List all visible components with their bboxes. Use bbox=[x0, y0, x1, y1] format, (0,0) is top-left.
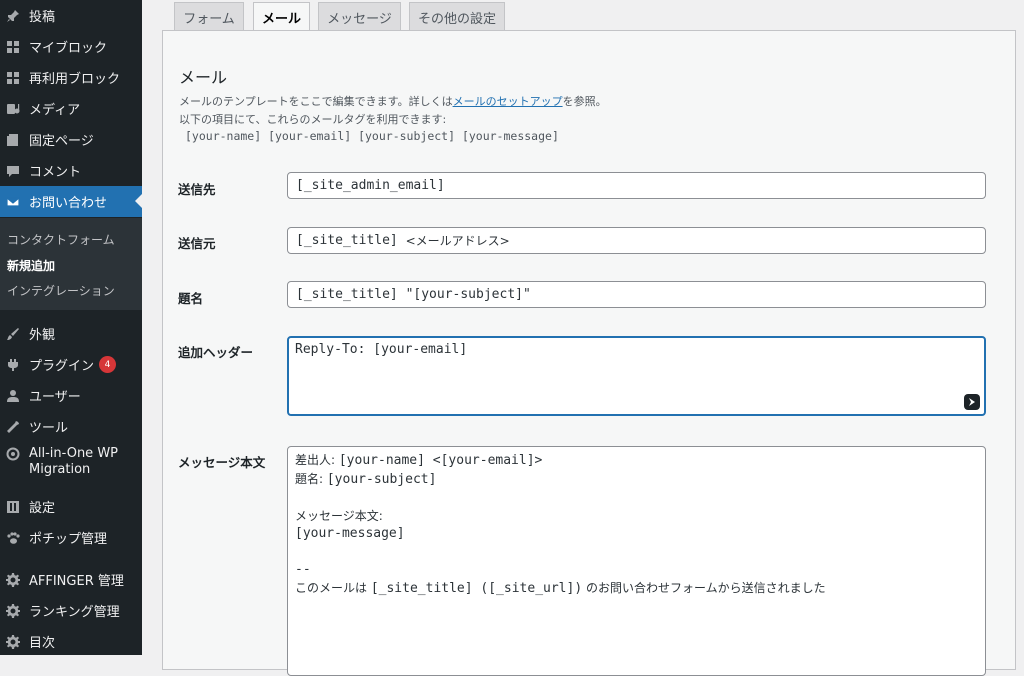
media-icon bbox=[6, 102, 20, 116]
sidebar-item-label: ツール bbox=[29, 421, 69, 436]
sidebar-item-label: ポチップ管理 bbox=[29, 532, 108, 547]
paw-icon bbox=[6, 531, 20, 545]
submenu-add-new[interactable]: 新規追加 bbox=[7, 257, 55, 274]
body-line bbox=[295, 489, 978, 507]
sidebar-item-label: プラグイン bbox=[29, 359, 95, 374]
tab-messages[interactable]: メッセージ bbox=[318, 2, 401, 31]
sidebar-item-label: コメント bbox=[29, 165, 82, 180]
sidebar-item-tools[interactable]: ツール bbox=[0, 411, 142, 442]
pin-icon bbox=[6, 9, 20, 23]
sidebar-item-ranking[interactable]: ランキング管理 bbox=[0, 595, 142, 626]
additional-headers-textarea[interactable]: Reply-To: [your-email] bbox=[287, 336, 986, 416]
sidebar-item-myblocks[interactable]: マイブロック bbox=[0, 31, 142, 62]
body-line: [your-message] bbox=[295, 526, 405, 541]
settings-icon bbox=[6, 500, 20, 514]
aio-icon bbox=[6, 447, 20, 461]
sidebar-item-users[interactable]: ユーザー bbox=[0, 380, 142, 411]
to-input[interactable]: [_site_admin_email] bbox=[287, 172, 986, 199]
tab-additional-settings[interactable]: その他の設定 bbox=[409, 2, 505, 31]
update-count-badge: 4 bbox=[99, 356, 117, 373]
sidebar-item-toc[interactable]: 目次 bbox=[0, 626, 142, 657]
sidebar-item-label: All-in-One WP Migration bbox=[29, 446, 119, 477]
mail-setup-link[interactable]: メールのセットアップ bbox=[453, 95, 563, 108]
mail-icon bbox=[6, 195, 20, 209]
user-icon bbox=[6, 389, 20, 403]
sidebar-item-pages[interactable]: 固定ページ bbox=[0, 124, 142, 155]
mail-tags-list: [your-name] [your-email] [your-subject] … bbox=[185, 129, 559, 143]
plugin-icon bbox=[6, 358, 20, 372]
contact-submenu: コンタクトフォーム 新規追加 インテグレーション bbox=[0, 218, 142, 310]
page-icon bbox=[6, 133, 20, 147]
body-line bbox=[295, 543, 978, 561]
body-line: 差出人: [your-name] <[your-email]> bbox=[295, 453, 543, 468]
sidebar-item-all-in-one-migration[interactable]: All-in-One WP Migration bbox=[0, 442, 142, 482]
body-line: -- bbox=[295, 562, 311, 577]
sidebar-item-posts[interactable]: 投稿 bbox=[0, 0, 142, 31]
additional-headers-label: 追加ヘッダー bbox=[178, 345, 254, 360]
extension-icon[interactable] bbox=[964, 394, 980, 410]
section-description: メールのテンプレートをここで編集できます。詳しくはメールのセットアップを参照。 bbox=[179, 95, 607, 108]
gear-icon bbox=[6, 603, 20, 618]
sidebar-item-pochipp[interactable]: ポチップ管理 bbox=[0, 522, 142, 553]
sidebar-item-appearance[interactable]: 外観 bbox=[0, 318, 142, 349]
sidebar-item-label: 外観 bbox=[29, 328, 56, 343]
sidebar-item-plugins[interactable]: プラグイン 4 bbox=[0, 349, 142, 380]
message-body-label: メッセージ本文 bbox=[178, 455, 266, 470]
blocks-icon bbox=[6, 71, 20, 85]
message-body-textarea[interactable]: 差出人: [your-name] <[your-email]> 題名: [your… bbox=[287, 446, 986, 676]
sidebar-item-label: AFFINGER 管理 bbox=[29, 574, 124, 589]
sidebar-item-reusable-blocks[interactable]: 再利用ブロック bbox=[0, 62, 142, 93]
body-line: このメールは [_site_title] ([_site_url]) のお問い合… bbox=[295, 581, 826, 596]
mail-tags-description: 以下の項目にて、これらのメールタグを利用できます: bbox=[179, 113, 447, 126]
sidebar-item-contact[interactable]: お問い合わせ bbox=[0, 186, 142, 217]
sidebar-item-label: 再利用ブロック bbox=[29, 72, 121, 87]
tab-mail[interactable]: メール bbox=[253, 2, 310, 32]
brush-icon bbox=[6, 327, 20, 341]
sidebar-item-label: マイブロック bbox=[29, 41, 108, 56]
sidebar-item-label: 投稿 bbox=[29, 10, 56, 25]
body-line: 題名: [your-subject] bbox=[295, 472, 437, 487]
submenu-contact-forms[interactable]: コンタクトフォーム bbox=[7, 231, 115, 248]
blocks-icon bbox=[6, 40, 20, 54]
tab-form[interactable]: フォーム bbox=[174, 2, 244, 31]
sidebar-item-label: 目次 bbox=[29, 636, 56, 651]
gear-icon bbox=[6, 572, 20, 587]
body-line: メッセージ本文: bbox=[295, 509, 383, 523]
submenu-integration[interactable]: インテグレーション bbox=[7, 282, 115, 299]
sidebar-item-comments[interactable]: コメント bbox=[0, 155, 142, 186]
subject-label: 題名 bbox=[178, 291, 204, 306]
sidebar-item-label: ユーザー bbox=[29, 390, 81, 405]
from-label: 送信元 bbox=[178, 236, 216, 251]
subject-input[interactable]: [_site_title] "[your-subject]" bbox=[287, 281, 986, 308]
mail-panel: メール メールのテンプレートをここで編集できます。詳しくはメールのセットアップを… bbox=[162, 30, 1016, 676]
sidebar-item-media[interactable]: メディア bbox=[0, 93, 142, 124]
wrench-icon bbox=[6, 420, 20, 434]
from-input[interactable]: [_site_title] <メールアドレス> bbox=[287, 227, 986, 254]
sidebar-item-label: 固定ページ bbox=[29, 134, 94, 149]
section-title: メール bbox=[179, 68, 228, 87]
to-label: 送信先 bbox=[178, 182, 216, 197]
sidebar-item-label: ランキング管理 bbox=[29, 605, 120, 620]
comment-icon bbox=[6, 164, 20, 178]
sidebar-item-label: 設定 bbox=[29, 501, 56, 516]
sidebar-item-label: お問い合わせ bbox=[29, 196, 108, 211]
sidebar-item-settings[interactable]: 設定 bbox=[0, 491, 142, 522]
sidebar-item-label: メディア bbox=[29, 103, 81, 118]
gear-icon bbox=[6, 634, 20, 649]
sidebar-item-affinger[interactable]: AFFINGER 管理 bbox=[0, 564, 142, 595]
admin-sidebar: 投稿 マイブロック 再利用ブロック メディア 固定ページ コメント お問い合わせ… bbox=[0, 0, 142, 655]
